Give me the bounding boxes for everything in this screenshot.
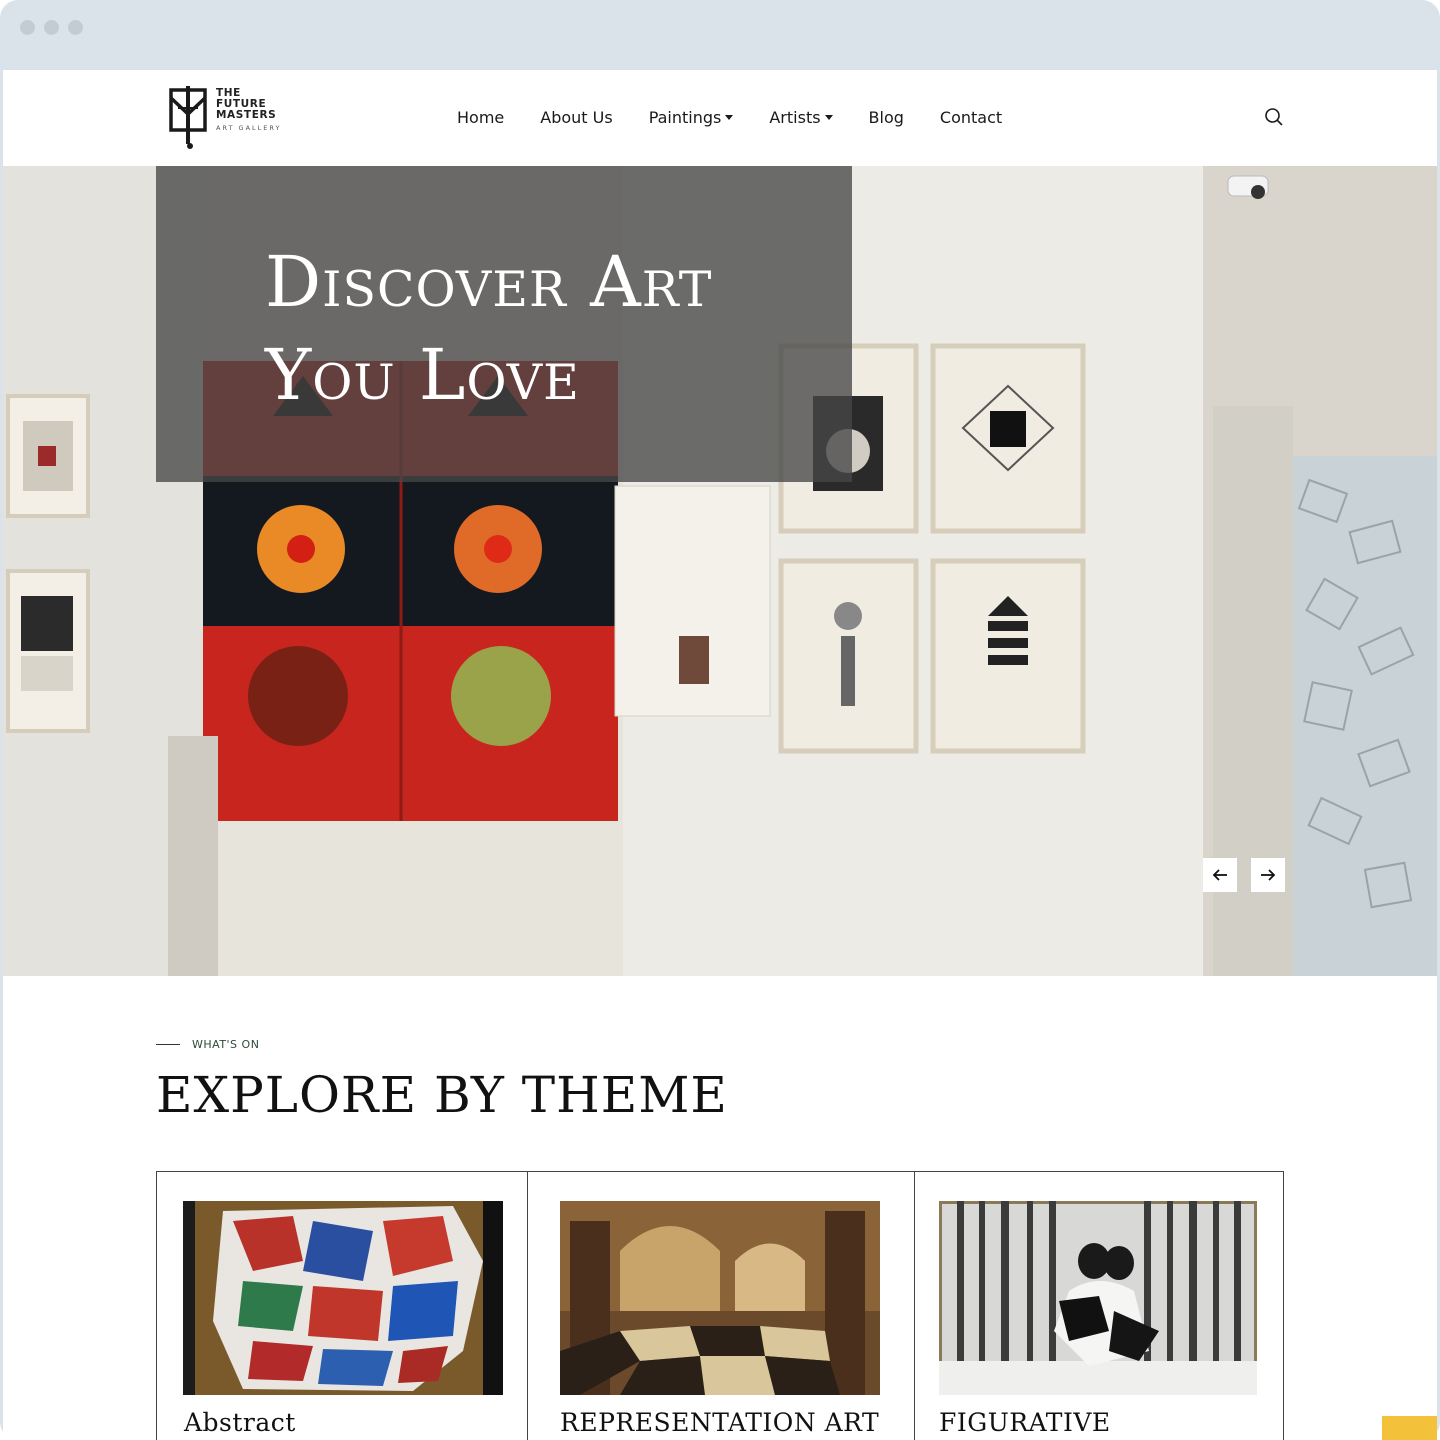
theme-card-representation-art[interactable]: REPRESENTATION ART [528, 1172, 915, 1440]
nav-paintings[interactable]: Paintings [649, 108, 734, 127]
theme-grid: Abstract REPRESENTATION ART FIGURATIVE [156, 1171, 1284, 1440]
window-dot[interactable] [44, 20, 59, 35]
main-nav: Home About Us Paintings Artists Blog Con… [457, 108, 1038, 127]
theme-label: FIGURATIVE [939, 1408, 1111, 1437]
nav-blog[interactable]: Blog [869, 108, 904, 127]
theme-card-figurative[interactable]: FIGURATIVE [915, 1172, 1283, 1440]
section-tag-label: WHAT'S ON [192, 1038, 260, 1051]
theme-label: REPRESENTATION ART [560, 1408, 880, 1437]
nav-label: About Us [540, 108, 613, 127]
logo-wordmark: THE FUTURE MASTERS [216, 88, 276, 121]
caret-down-icon [824, 115, 833, 120]
search-button[interactable] [1263, 106, 1285, 128]
theme-image[interactable] [183, 1201, 503, 1395]
scroll-to-top-button[interactable] [1382, 1416, 1437, 1440]
nav-label: Home [457, 108, 505, 127]
slider-prev-button[interactable] [1203, 858, 1237, 892]
hero-title: Discover Art You Love [265, 236, 825, 422]
arrow-left-icon [1212, 869, 1227, 881]
nav-home[interactable]: Home [457, 108, 504, 127]
arrow-right-icon [1261, 869, 1276, 881]
nav-label: Artists [769, 108, 821, 127]
nav-about-us[interactable]: About Us [540, 108, 612, 127]
representation-artwork-image [560, 1201, 880, 1395]
caret-down-icon [725, 115, 734, 120]
theme-label: Abstract [184, 1408, 296, 1437]
search-icon [1265, 108, 1283, 126]
logo-subtitle: ART GALLERY [216, 124, 282, 132]
section-tag: WHAT'S ON [156, 1038, 259, 1051]
nav-label: Paintings [648, 108, 722, 127]
hero-slider: Discover Art You Love [3, 166, 1437, 976]
logo-line3: MASTERS [216, 109, 277, 121]
nav-artists[interactable]: Artists [769, 108, 833, 127]
window-dot[interactable] [20, 20, 35, 35]
site-logo[interactable]: THE FUTURE MASTERS ART GALLERY [168, 84, 288, 152]
logo-mark-icon [169, 86, 207, 149]
window-controls [20, 20, 83, 35]
theme-image[interactable] [939, 1201, 1257, 1395]
slider-next-button[interactable] [1251, 858, 1285, 892]
nav-contact[interactable]: Contact [940, 108, 1002, 127]
section-title: EXPLORE BY THEME [156, 1066, 728, 1124]
nav-label: Contact [939, 108, 1003, 127]
window-dot[interactable] [68, 20, 83, 35]
hero-title-line2: You Love [265, 334, 580, 416]
hero-title-line1: Discover Art [265, 241, 713, 323]
browser-window: THE FUTURE MASTERS ART GALLERY Home Abou… [0, 0, 1440, 1440]
theme-card-abstract[interactable]: Abstract [157, 1172, 528, 1440]
abstract-artwork-image [183, 1201, 503, 1395]
figurative-artwork-image [939, 1201, 1257, 1395]
tag-divider [156, 1044, 180, 1045]
site-header: THE FUTURE MASTERS ART GALLERY Home Abou… [3, 70, 1437, 166]
nav-label: Blog [868, 108, 904, 127]
page-viewport: THE FUTURE MASTERS ART GALLERY Home Abou… [3, 70, 1437, 1440]
theme-image[interactable] [560, 1201, 880, 1395]
